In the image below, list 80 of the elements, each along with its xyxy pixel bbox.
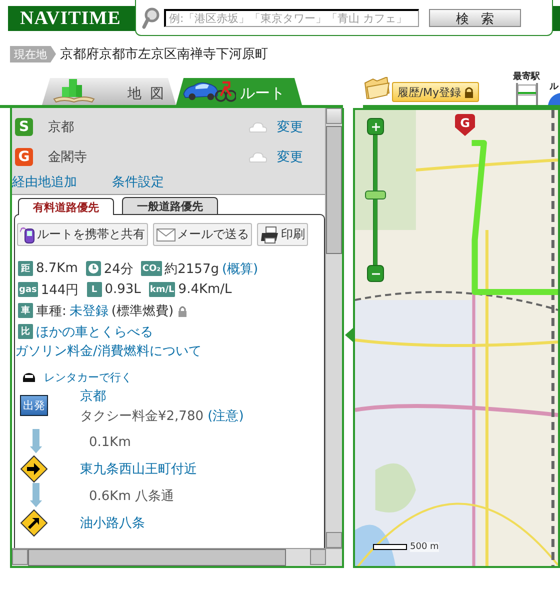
stat-badge-icon: 車 (18, 303, 33, 318)
scroll-right-icon[interactable] (310, 549, 326, 565)
stat-value: 144円 (40, 282, 79, 298)
address-text: 京都府京都市左京区南禅寺下河原町 (60, 46, 268, 63)
search-field[interactable]: 例:「港区赤坂」「東京タワー」「青山 カフェ」 (164, 8, 419, 26)
scroll-down-icon[interactable] (326, 532, 342, 548)
down-arrow-icon (29, 429, 43, 455)
point-marker-icon: G (15, 148, 33, 166)
scale-label: 500 m (410, 542, 439, 552)
scroll-left-icon[interactable] (12, 549, 28, 565)
segment-distance: 0.1Km (89, 434, 131, 450)
station-sign-icon (514, 83, 538, 105)
stat-link[interactable]: (概算) (222, 260, 258, 278)
scroll-thumb[interactable] (28, 549, 286, 566)
down-arrow-icon (29, 483, 43, 509)
tab[interactable]: ルート (176, 78, 302, 105)
change-link[interactable]: 変更 (277, 118, 303, 136)
stat-value: 8.7Km (36, 261, 78, 276)
printer-icon (260, 226, 280, 244)
nearby-button[interactable]: ル (548, 80, 560, 105)
zoom-out-button[interactable] (367, 265, 384, 282)
step-place-link[interactable]: 京都 (80, 387, 244, 405)
stat-value: 0.93L (104, 282, 141, 297)
scroll-up-icon[interactable] (326, 108, 342, 124)
zoom-in-button[interactable] (367, 118, 384, 135)
route-option-link[interactable]: 条件設定 (112, 173, 164, 191)
stat-value: 約2157g (164, 260, 219, 278)
action-button[interactable]: ルートを携帯と共有 (17, 223, 148, 246)
stat-value: 24分 (104, 260, 134, 278)
action-button[interactable]: メールで送る (153, 223, 252, 246)
stat-value: 車種: (36, 302, 66, 320)
nearby-button[interactable]: 最寄駅 (513, 70, 540, 105)
turn-sign-icon (20, 509, 48, 537)
stat-value: 9.4Km/L (178, 282, 232, 297)
subtab[interactable]: 一般道路優先 (122, 197, 218, 214)
change-link[interactable]: 変更 (277, 148, 303, 166)
stat-badge-icon: gas (18, 282, 38, 297)
horizontal-scrollbar[interactable] (12, 548, 342, 566)
cloud-icon (248, 151, 268, 163)
point-marker-icon: S (15, 118, 33, 136)
minus-icon (372, 272, 380, 274)
fuel-info-link[interactable]: ガソリン料金/消費燃料について (15, 342, 324, 360)
subtab[interactable]: 有料道路優先 (18, 198, 114, 215)
lock-icon (464, 86, 474, 98)
action-button[interactable]: 印刷 (257, 223, 308, 246)
route-option-link[interactable]: 経由地追加 (12, 173, 77, 191)
scroll-thumb[interactable] (326, 126, 342, 254)
note-link[interactable]: (注意) (208, 409, 244, 424)
history-button[interactable]: 履歴/My登録 (392, 82, 479, 102)
rental-car-link[interactable]: レンタカーで行く (44, 370, 132, 385)
scale-bar (373, 544, 407, 550)
taxi-fare-text: タクシー料金¥2,780 (注意) (80, 408, 244, 425)
stat-note: (標準燃費) (111, 302, 174, 320)
step-place-link[interactable]: 油小路八条 (80, 514, 145, 532)
segment-distance: 0.6Km 八条通 (89, 488, 174, 505)
logo[interactable]: NAVITIME (20, 8, 121, 30)
plus-icon (372, 122, 380, 130)
tab[interactable]: 地 図 (42, 78, 176, 105)
search-icon (142, 6, 160, 28)
envelope-icon (156, 228, 176, 242)
stat-badge-icon: CO₂ (141, 261, 162, 276)
folder-icon (363, 77, 392, 99)
stat-link[interactable]: 未登録 (69, 302, 108, 320)
stat-badge-icon: 比 (18, 324, 33, 339)
search-button[interactable]: 検索 (429, 8, 521, 26)
location-label: 現在地 (10, 46, 56, 62)
stat-link[interactable]: ほかの車とくらべる (36, 322, 153, 340)
phone-icon (20, 226, 36, 244)
vertical-scrollbar[interactable] (325, 108, 342, 548)
stat-badge-icon: km/L (148, 282, 176, 297)
point-name: 金閣寺 (48, 149, 88, 166)
collapse-handle-icon[interactable] (345, 328, 353, 342)
stat-badge-icon: L (86, 282, 102, 297)
turn-sign-icon (20, 455, 48, 483)
cloud-icon (248, 121, 268, 133)
step-place-link[interactable]: 東九条西山王町付近 (80, 460, 197, 478)
start-badge-icon: 出発 (20, 395, 48, 416)
stat-badge-icon: 距 (18, 261, 33, 276)
clock-icon (86, 261, 101, 276)
point-name: 京都 (48, 119, 75, 136)
